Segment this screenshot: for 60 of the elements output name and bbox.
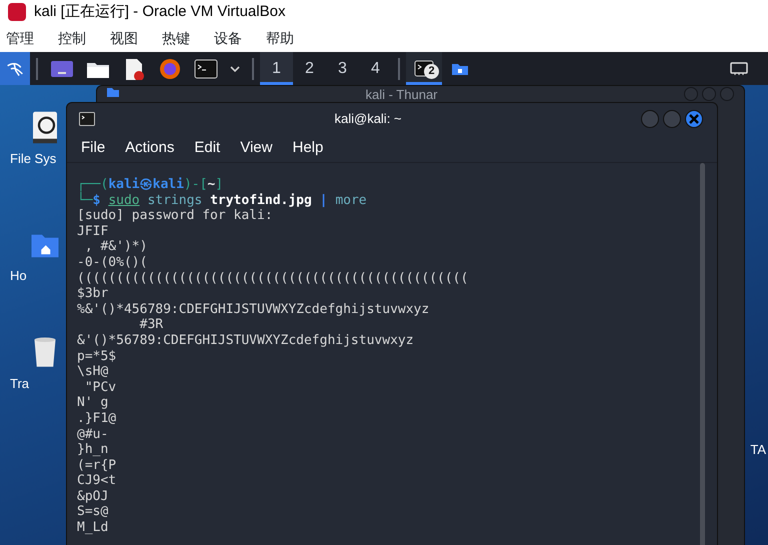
task-button[interactable]: 2 [406, 52, 442, 85]
output-line: #3R [138, 317, 164, 333]
workspace-tab[interactable]: 1 [260, 52, 293, 85]
menu-item[interactable]: Actions [125, 137, 174, 160]
output-line: &'()*56789:CDEFGHIJSTUVWXYZcdefghijstuvwxyz [77, 332, 414, 349]
app-menu-button[interactable] [0, 52, 30, 85]
output-line: p=*5$ [77, 348, 116, 364]
command-line: └─$ sudo strings trytofind.jpg | more [77, 192, 367, 208]
menu-item[interactable]: 视图 [110, 28, 150, 48]
window-title: kali - Thunar [364, 87, 438, 104]
icon-label: Tra [10, 375, 30, 393]
output-line: \sH@ [77, 364, 108, 380]
window-title: kali@kali: ~ [334, 111, 402, 126]
workspace-tab[interactable]: 2 [293, 52, 326, 85]
output-line: -0-(0%()( [77, 254, 148, 271]
output-line: &pOJ [77, 488, 108, 504]
prompt-line: ┌──(kali㉿kali)-[~] [77, 177, 224, 192]
count-badge: 2 [424, 64, 439, 79]
folder-icon [452, 62, 468, 74]
terminal-icon [194, 58, 218, 80]
close-icon [689, 114, 699, 124]
output-line: S=s@ [77, 504, 108, 520]
output-line: N' g [77, 395, 108, 411]
browser-icon [158, 58, 182, 80]
menu-item[interactable]: 帮助 [266, 28, 306, 48]
output-line: M_Ld [77, 520, 108, 536]
output-line: CJ9<t [77, 473, 116, 489]
menu-item[interactable]: 管理 [6, 28, 46, 48]
folder-icon [107, 87, 119, 97]
drive-icon[interactable] [30, 110, 60, 145]
workspace-tab[interactable]: 3 [326, 52, 359, 85]
icon-label: Ho [10, 267, 27, 285]
output-line: JFIF [77, 224, 108, 240]
menu-item[interactable]: Help [292, 137, 324, 160]
menu-item[interactable]: 控制 [58, 28, 98, 48]
desktop-label: TA [750, 441, 766, 459]
window-title: kali [正在运行] - Oracle VM VirtualBox [34, 2, 286, 22]
menu-item[interactable]: File [81, 137, 106, 160]
output-line: (=r{P [77, 458, 116, 474]
output-line: $3br [77, 286, 108, 302]
output-line: @#u- [77, 426, 108, 442]
caret-icon [230, 64, 240, 72]
menu-item[interactable]: Edit [194, 137, 220, 160]
output-line: "PCv [84, 380, 116, 396]
menu-item[interactable]: 设备 [214, 28, 254, 48]
terminal-icon [79, 112, 95, 126]
output-line: %&'()*456789:CDEFGHIJSTUVWXYZcdefghijstuvwxyz [77, 302, 430, 318]
scrollbar[interactable] [700, 163, 705, 545]
menu-item[interactable]: View [240, 137, 272, 160]
output-line: }h_n [77, 442, 108, 458]
output-line: .}F1@ [77, 410, 116, 426]
output-line: (((((((((((((((((((((((((((((((((((((((((((((((((( [77, 270, 468, 286]
workspace-tab[interactable]: 4 [359, 52, 392, 85]
close-button[interactable] [685, 110, 703, 128]
output-line: , #&')*) [84, 239, 148, 255]
virtualbox-logo-icon [8, 3, 26, 21]
network-icon [730, 62, 748, 76]
output-line: [sudo] password for kali: [77, 208, 273, 224]
icon-label: File Sys [10, 150, 56, 168]
menu-item[interactable]: 热键 [162, 28, 202, 48]
